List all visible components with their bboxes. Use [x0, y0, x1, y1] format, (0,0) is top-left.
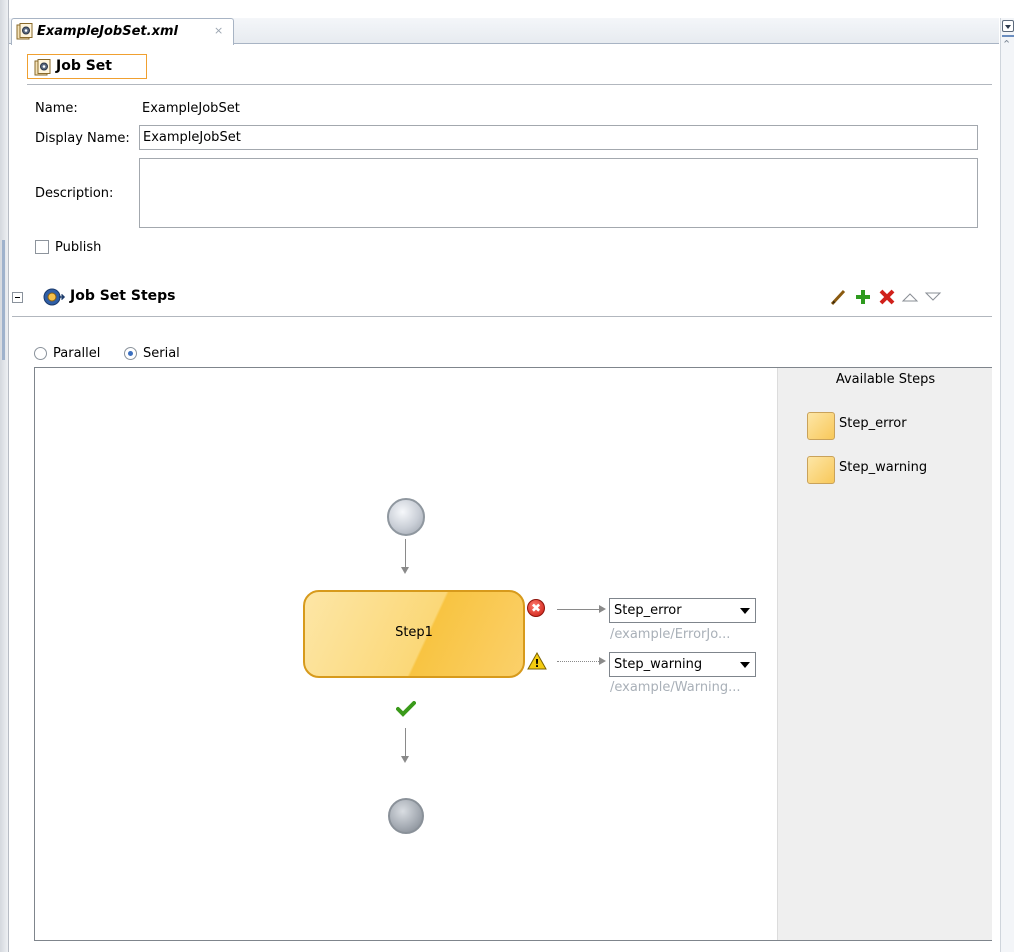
- available-step-label: Step_error: [839, 416, 907, 431]
- job-set-steps-icon: [42, 287, 66, 310]
- step1-label: Step1: [395, 625, 433, 640]
- display-name-label: Display Name:: [35, 131, 130, 146]
- divider: [27, 84, 992, 85]
- parallel-radio[interactable]: [34, 347, 47, 360]
- name-value: ExampleJobSet: [142, 101, 240, 116]
- publish-checkbox[interactable]: [35, 240, 49, 254]
- job-set-steps-header: Job Set Steps: [12, 286, 992, 310]
- connector-line: [405, 539, 406, 567]
- chevron-down-icon: [740, 662, 750, 668]
- delete-icon[interactable]: [876, 286, 898, 308]
- start-node[interactable]: [387, 498, 425, 536]
- step-swatch-icon: [807, 412, 835, 440]
- collapse-toggle[interactable]: [12, 292, 23, 303]
- editor-tab-bar: ExampleJobSet.xml ×: [9, 0, 1014, 45]
- error-icon: ✖: [527, 599, 545, 617]
- add-icon[interactable]: [852, 286, 874, 308]
- warning-step-path: /example/Warning...: [610, 680, 741, 695]
- edit-icon[interactable]: [827, 286, 849, 308]
- serial-radio[interactable]: [124, 347, 137, 360]
- tab-examplejobset[interactable]: ExampleJobSet.xml ×: [11, 18, 234, 45]
- display-name-field[interactable]: [139, 125, 978, 150]
- error-step-dropdown[interactable]: Step_error: [609, 598, 756, 623]
- left-gutter: [0, 0, 9, 952]
- description-label: Description:: [35, 186, 114, 201]
- step-swatch-icon: [807, 456, 835, 484]
- available-steps-title: Available Steps: [835, 372, 936, 387]
- connector-line: [405, 728, 406, 756]
- arrow-right-icon: [599, 605, 606, 613]
- parallel-label: Parallel: [53, 346, 101, 361]
- available-steps-panel: Available Steps Step_error Step_warning: [777, 368, 992, 940]
- serial-label: Serial: [143, 346, 180, 361]
- right-strip: ⌃: [1000, 18, 1014, 952]
- job-set-title: Job Set: [56, 58, 112, 74]
- svg-text:!: !: [534, 657, 539, 670]
- warning-step-value: Step_warning: [614, 657, 703, 672]
- publish-label: Publish: [55, 240, 102, 255]
- error-step-path: /example/ErrorJo...: [610, 627, 731, 642]
- scroll-up-icon[interactable]: ⌃: [1002, 38, 1011, 51]
- job-set-section-header[interactable]: Job Set: [27, 54, 147, 79]
- jobset-icon: [34, 59, 52, 80]
- splitter-handle[interactable]: [1002, 35, 1014, 37]
- chevron-down-icon: [740, 608, 750, 614]
- warning-step-dropdown[interactable]: Step_warning: [609, 652, 756, 677]
- arrow-right-icon: [599, 657, 606, 665]
- warning-icon: !: [527, 651, 547, 673]
- jobset-file-icon: [16, 23, 34, 44]
- move-up-icon[interactable]: [899, 286, 921, 308]
- divider: [12, 316, 992, 317]
- tab-close-icon[interactable]: ×: [214, 24, 223, 37]
- success-checkmark-icon: [396, 701, 416, 720]
- move-down-icon[interactable]: [922, 286, 944, 308]
- error-step-value: Step_error: [614, 603, 682, 618]
- description-field[interactable]: [139, 158, 978, 228]
- available-step-label: Step_warning: [839, 460, 928, 475]
- job-set-steps-diagram[interactable]: Step1 ✖ Step_error /example/ErrorJo... !…: [34, 367, 992, 941]
- end-node[interactable]: [388, 798, 424, 834]
- editor-menu-button[interactable]: [1002, 20, 1014, 32]
- name-label: Name:: [35, 101, 78, 116]
- arrow-down-icon: [401, 756, 409, 763]
- warning-connector: [557, 661, 599, 662]
- error-connector: [557, 609, 599, 610]
- left-gutter-highlight: [2, 240, 5, 360]
- arrow-down-icon: [401, 567, 409, 574]
- step1-node[interactable]: Step1: [303, 590, 525, 678]
- tab-title: ExampleJobSet.xml: [37, 24, 178, 39]
- job-set-steps-title: Job Set Steps: [70, 288, 176, 304]
